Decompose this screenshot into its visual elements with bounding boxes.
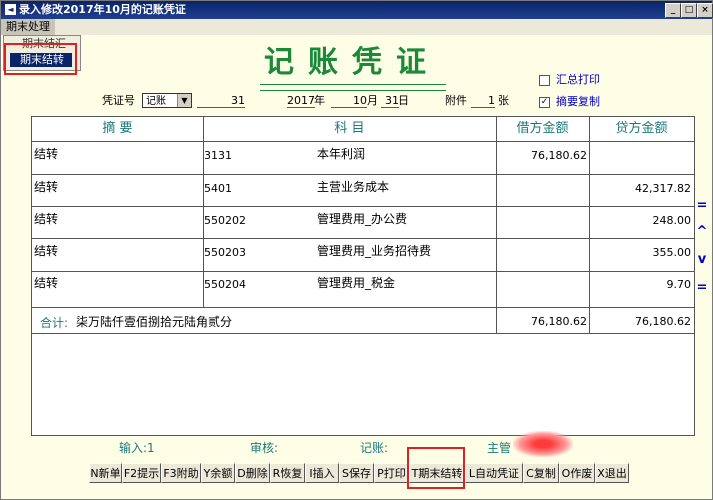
summary-print-checkbox[interactable]: 汇总打印 [539,71,600,87]
row-summary[interactable]: 结转 [34,211,58,227]
minimize-button[interactable]: _ [665,3,681,18]
voucher-number-field[interactable]: 31 [197,94,245,108]
next-voucher-button[interactable]: v [695,252,709,267]
divider [32,238,694,239]
window-title: 录入修改2017年10月的记账凭证 [19,3,186,16]
row-credit[interactable]: 9.70 [589,277,692,293]
previous-voucher-button[interactable]: ^ [695,224,709,239]
menu-period-end[interactable]: 期末处理 [1,19,55,35]
header-credit: 贷方金额 [615,121,668,136]
balance-button[interactable]: Y余额 [201,463,235,483]
supervisor-status: 主管 [487,441,512,455]
total-debit: 76,180.62 [531,315,587,328]
auxiliary-button[interactable]: F3附助 [161,463,201,483]
exit-button[interactable]: X退出 [595,463,629,483]
row-summary[interactable]: 结转 [34,243,58,259]
chevron-down-icon[interactable]: ▼ [177,94,191,107]
row-account-code[interactable]: 550202 [204,213,246,229]
row-account-name[interactable]: 本年利润 [317,146,365,162]
row-account-code[interactable]: 550203 [204,245,246,261]
copy-button[interactable]: C复制 [523,463,559,483]
hint-button[interactable]: F2提示 [122,463,161,483]
row-credit[interactable]: 355.00 [589,245,692,261]
bookkeep-status: 记账: [360,441,389,455]
day-unit: 日 [398,94,409,107]
page-title: 记账凭证 [260,46,446,91]
month-unit: 月 [367,94,378,107]
voucher-window: ◄ 录入修改2017年10月的记账凭证 _ □ × 期末处理 期末结汇 期末结转 … [0,0,713,500]
divider [32,271,694,272]
print-button[interactable]: P打印 [374,463,409,483]
row-account-code[interactable]: 550204 [204,277,246,293]
voucher-type-value: 记账 [146,96,166,107]
day-field[interactable]: 31 [381,94,399,108]
save-button[interactable]: S保存 [339,463,374,483]
row-summary[interactable]: 结转 [34,146,58,162]
row-credit[interactable]: 42,317.82 [589,181,691,197]
app-icon: ◄ [5,4,16,15]
menu-bar: 期末处理 [1,19,712,35]
copy-summary-checkbox[interactable]: ✓ 摘要复制 [539,93,600,109]
row-account-name[interactable]: 管理费用_办公费 [317,211,407,227]
new-voucher-button[interactable]: N新单 [89,463,122,483]
void-button[interactable]: O作废 [559,463,595,483]
attachment-count-field[interactable]: 1 [471,94,495,108]
audit-status: 审核: [250,441,279,455]
input-status: 输入:1 [119,441,155,455]
checkbox-empty-icon [539,74,550,86]
divider [32,174,694,175]
insert-button[interactable]: I插入 [305,463,339,483]
first-voucher-button[interactable]: = [695,198,709,213]
divider [32,307,694,308]
divider [32,333,694,334]
row-account-name[interactable]: 管理费用_业务招待费 [317,243,431,259]
row-credit[interactable]: 248.00 [589,213,692,229]
year-unit: 年 [314,94,325,107]
voucher-number-label: 凭证号 [102,94,135,107]
header-summary: 摘 要 [102,121,133,136]
delete-button[interactable]: D删除 [235,463,270,483]
header-subject: 科 目 [334,121,365,136]
row-account-name[interactable]: 管理费用_税金 [317,275,395,291]
row-account-code[interactable]: 5401 [204,181,232,197]
summary-print-label: 汇总打印 [556,73,600,86]
row-account-code[interactable]: 3131 [204,148,232,164]
restore-button[interactable]: R恢复 [270,463,305,483]
month-field[interactable]: 10 [331,94,367,108]
total-credit: 76,180.62 [635,315,691,328]
voucher-type-select[interactable]: 记账 ▼ [142,93,192,108]
year-field[interactable]: 2017 [287,94,315,108]
row-summary[interactable]: 结转 [34,275,58,291]
divider [32,206,694,207]
voucher-table: 摘 要 科 目 借方金额 贷方金额 结转 3131 本年利润 76,180.62… [31,116,695,436]
row-debit[interactable]: 76,180.62 [496,148,587,164]
checkmark-icon: ✓ [539,96,550,108]
total-amount-words: 柒万陆仟壹佰捌拾元陆角贰分 [76,315,233,329]
copy-summary-label: 摘要复制 [556,95,600,108]
last-voucher-button[interactable]: = [695,280,709,295]
title-bar: ◄ 录入修改2017年10月的记账凭证 _ □ × [1,1,713,19]
attachment-label: 附件 [445,94,467,107]
highlight-box-menu [4,43,77,75]
close-button[interactable]: × [697,3,713,18]
header-debit: 借方金额 [516,121,569,136]
total-label: 合计: [40,316,69,330]
maximize-button[interactable]: □ [681,3,697,18]
redacted-name [513,431,573,457]
row-summary[interactable]: 结转 [34,179,58,195]
highlight-box-toolbar [407,447,465,489]
auto-voucher-button[interactable]: L自动凭证 [465,463,523,483]
row-account-name[interactable]: 主营业务成本 [317,179,389,195]
divider [32,141,694,142]
attachment-unit: 张 [498,94,509,107]
